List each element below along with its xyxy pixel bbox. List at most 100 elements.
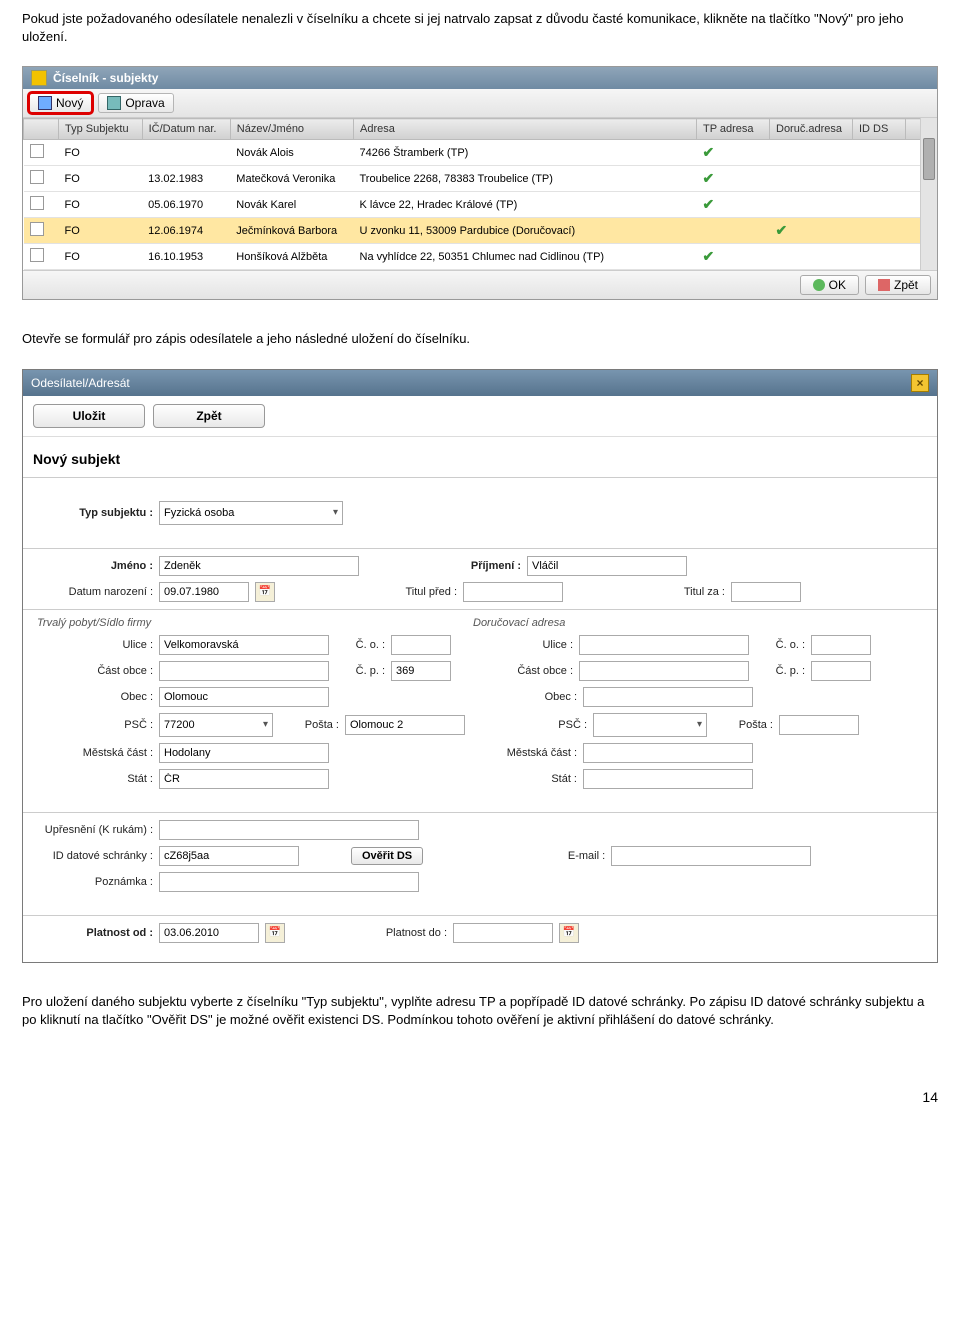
label-cp-tp: Č. p. : [335,665,385,677]
co-tp-input[interactable] [391,635,451,655]
label-pozn: Poznámka : [33,876,153,888]
cell-idds [853,244,906,270]
footer-bar: OK Zpět [23,270,937,299]
row-checkbox[interactable] [24,244,59,270]
novy-label: Nový [56,96,83,110]
label-co-d: Č. o. : [755,639,805,651]
doruc-section-label: Doručovací adresa [473,617,565,629]
psc-tp-select[interactable]: 77200 [159,713,273,737]
novy-button[interactable]: Nový [29,93,92,113]
cell-ic [142,140,230,166]
new-icon [38,96,52,110]
titulza-input[interactable] [731,582,801,602]
mest-tp-input[interactable] [159,743,329,763]
cp-tp-input[interactable] [391,661,451,681]
col-doruc[interactable]: Doruč.adresa [770,119,853,140]
cell-doruc [770,166,853,192]
table-row[interactable]: FO05.06.1970Novák KarelK lávce 22, Hrade… [24,192,937,218]
label-upres: Upřesnění (K rukám) : [33,824,153,836]
calendar-icon[interactable]: 📅 [265,923,285,943]
label-platdo: Platnost do : [357,927,447,939]
cell-adresa: U zvonku 11, 53009 Pardubice (Doručovací… [354,218,697,244]
label-mest-d: Městská část : [497,747,577,759]
cell-idds [853,166,906,192]
jmeno-input[interactable] [159,556,359,576]
cell-typ: FO [59,218,143,244]
label-idds: ID datové schránky : [33,850,153,862]
cell-typ: FO [59,244,143,270]
datum-input[interactable] [159,582,249,602]
row-checkbox[interactable] [24,192,59,218]
cast-d-input[interactable] [579,661,749,681]
mest-d-input[interactable] [583,743,753,763]
upres-input[interactable] [159,820,419,840]
label-obec-tp: Obec : [33,691,153,703]
save-button[interactable]: Uložit [33,404,145,428]
pozn-input[interactable] [159,872,419,892]
ok-button[interactable]: OK [800,275,859,295]
ulice-d-input[interactable] [579,635,749,655]
psc-d-select[interactable] [593,713,707,737]
ok-icon [813,279,825,291]
cell-doruc [770,140,853,166]
stat-d-input[interactable] [583,769,753,789]
col-adresa[interactable]: Adresa [354,119,697,140]
cell-tp: ✔ [697,192,770,218]
cell-ic: 05.06.1970 [142,192,230,218]
posta-d-input[interactable] [779,715,859,735]
cell-adresa: K lávce 22, Hradec Králové (TP) [354,192,697,218]
cell-nazev: Matečková Veronika [230,166,353,192]
form-back-button[interactable]: Zpět [153,404,265,428]
label-mest-tp: Městská část : [33,747,153,759]
cp-d-input[interactable] [811,661,871,681]
co-d-input[interactable] [811,635,871,655]
label-ulice-d: Ulice : [493,639,573,651]
col-idds[interactable]: ID DS [853,119,906,140]
col-nazev[interactable]: Název/Jméno [230,119,353,140]
obec-d-input[interactable] [583,687,753,707]
label-co-tp: Č. o. : [335,639,385,651]
overit-ds-button[interactable]: Ověřit DS [351,847,423,865]
close-icon[interactable]: × [911,374,929,392]
label-cast-tp: Část obce : [33,665,153,677]
email-input[interactable] [611,846,811,866]
page-number: 14 [22,1089,938,1105]
oprava-button[interactable]: Oprava [98,93,173,113]
check-icon: ✔ [703,144,715,160]
label-platod: Platnost od : [33,927,153,939]
posta-tp-input[interactable] [345,715,465,735]
cell-doruc: ✔ [770,218,853,244]
cell-adresa: Troubelice 2268, 78383 Troubelice (TP) [354,166,697,192]
table-row[interactable]: FO13.02.1983Matečková VeronikaTroubelice… [24,166,937,192]
label-psc-tp: PSČ : [33,719,153,731]
col-typ[interactable]: Typ Subjektu [59,119,143,140]
cell-nazev: Novák Alois [230,140,353,166]
prijmeni-input[interactable] [527,556,687,576]
cast-tp-input[interactable] [159,661,329,681]
col-tp[interactable]: TP adresa [697,119,770,140]
calendar-icon[interactable]: 📅 [255,582,275,602]
calendar-icon[interactable]: 📅 [559,923,579,943]
row-checkbox[interactable] [24,218,59,244]
row-checkbox[interactable] [24,140,59,166]
titulpred-input[interactable] [463,582,563,602]
label-titulpred: Titul před : [367,586,457,598]
platdo-input[interactable] [453,923,553,943]
cell-nazev: Ječmínková Barbora [230,218,353,244]
cell-nazev: Honšíková Alžběta [230,244,353,270]
back-button[interactable]: Zpět [865,275,931,295]
stat-tp-input[interactable] [159,769,329,789]
paragraph-1: Pokud jste požadovaného odesílatele nena… [22,10,938,46]
table-row[interactable]: FO12.06.1974Ječmínková BarboraU zvonku 1… [24,218,937,244]
typ-subjektu-select[interactable]: Fyzická osoba [159,501,343,525]
idds-input[interactable] [159,846,299,866]
paragraph-2: Otevře se formulář pro zápis odesílatele… [22,330,938,348]
obec-tp-input[interactable] [159,687,329,707]
ulice-tp-input[interactable] [159,635,329,655]
platod-input[interactable] [159,923,259,943]
table-row[interactable]: FONovák Alois74266 Štramberk (TP)✔ [24,140,937,166]
table-row[interactable]: FO16.10.1953Honšíková AlžbětaNa vyhlídce… [24,244,937,270]
row-checkbox[interactable] [24,166,59,192]
col-ic[interactable]: IČ/Datum nar. [142,119,230,140]
scrollbar[interactable] [920,118,937,270]
